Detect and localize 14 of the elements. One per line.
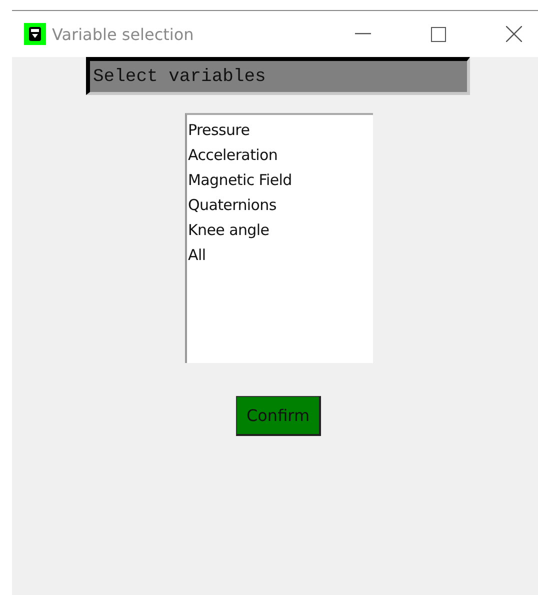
list-item[interactable]: Quaternions [187, 193, 373, 218]
variable-list[interactable]: Pressure Acceleration Magnetic Field Quaternions Knee angle All [185, 113, 373, 363]
list-item[interactable]: Pressure [187, 118, 373, 143]
confirm-button[interactable]: Confirm [236, 396, 321, 436]
minimize-icon[interactable] [355, 33, 371, 35]
window-title: Variable selection [52, 24, 194, 44]
app-icon [24, 23, 46, 45]
header-label: Select variables [86, 57, 470, 95]
close-icon[interactable] [506, 26, 522, 42]
list-item[interactable]: Magnetic Field [187, 168, 373, 193]
list-item[interactable]: All [187, 243, 373, 268]
maximize-icon[interactable] [431, 26, 446, 42]
list-item[interactable]: Knee angle [187, 218, 373, 243]
list-item[interactable]: Acceleration [187, 143, 373, 168]
